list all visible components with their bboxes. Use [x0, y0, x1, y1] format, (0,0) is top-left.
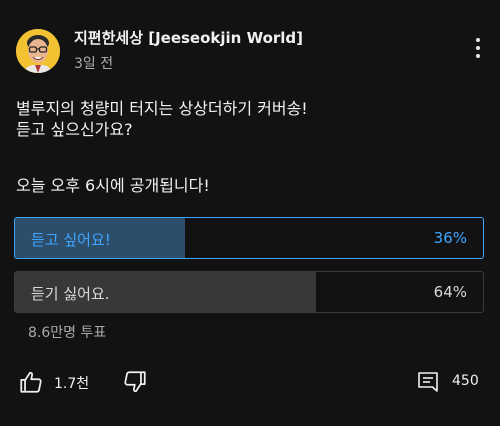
- community-post-card: 지편한세상 [Jeeseokjin World] 3일 전 별루지의 청량미 터…: [0, 0, 500, 426]
- poll-option-label: 듣기 싫어요.: [31, 285, 110, 303]
- post-timestamp[interactable]: 3일 전: [74, 53, 113, 73]
- poll-option-percent: 36%: [433, 229, 467, 247]
- more-vert-icon[interactable]: [470, 34, 486, 62]
- poll-vote-count: 8.6만명 투표: [28, 325, 107, 341]
- poll-option-percent: 64%: [433, 283, 467, 301]
- thumbs-up-icon[interactable]: [18, 369, 44, 395]
- post-body-line: 별루지의 청량미 터지는 상상더하기 커버송!: [16, 99, 308, 118]
- like-count: 1.7천: [54, 376, 90, 392]
- post-body: 별루지의 청량미 터지는 상상더하기 커버송! 듣고 싶으신가요? 오늘 오후 …: [16, 98, 486, 196]
- comment-count: 450: [452, 373, 479, 389]
- thumbs-down-icon[interactable]: [122, 369, 148, 395]
- avatar[interactable]: [16, 29, 60, 73]
- poll-option-want-to-hear[interactable]: 듣고 싶어요! 36%: [14, 217, 484, 259]
- channel-name[interactable]: 지편한세상 [Jeeseokjin World]: [74, 27, 303, 48]
- avatar-image: [16, 29, 60, 73]
- poll-option-dont-want-to-hear[interactable]: 듣기 싫어요. 64%: [14, 271, 484, 313]
- post-body-line: 듣고 싶으신가요?: [16, 120, 133, 139]
- poll-option-label: 듣고 싶어요!: [31, 231, 111, 249]
- post-body-line: 오늘 오후 6시에 공개됩니다!: [16, 176, 210, 195]
- comment-icon[interactable]: [416, 369, 440, 395]
